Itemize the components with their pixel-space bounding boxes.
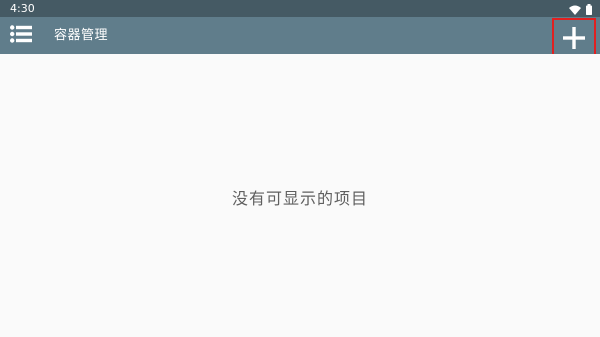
- menu-list-icon: [10, 25, 32, 47]
- page-title: 容器管理: [54, 28, 109, 43]
- status-time: 4:30: [10, 2, 35, 15]
- content-area: 没有可显示的项目: [0, 54, 600, 337]
- menu-button[interactable]: [8, 23, 34, 49]
- plus-icon: [563, 27, 585, 53]
- empty-state-message: 没有可显示的项目: [231, 189, 368, 208]
- status-bar: 4:30: [0, 0, 600, 17]
- app-toolbar: 容器管理: [0, 17, 600, 62]
